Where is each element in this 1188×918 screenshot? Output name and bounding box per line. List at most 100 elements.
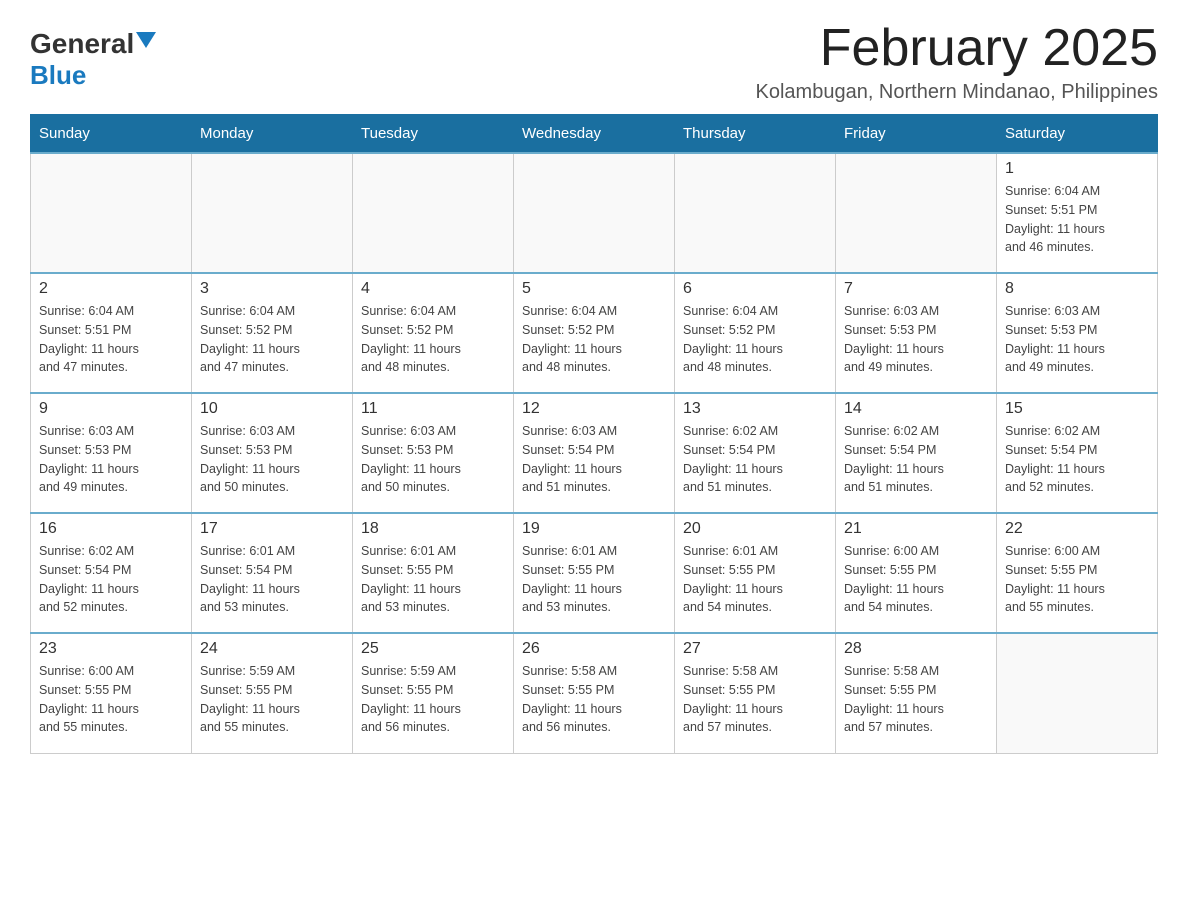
day-number: 27 <box>683 640 827 658</box>
day-info: Sunrise: 5:58 AM Sunset: 5:55 PM Dayligh… <box>844 662 988 737</box>
calendar-header-sunday: Sunday <box>31 115 192 154</box>
location-title: Kolambugan, Northern Mindanao, Philippin… <box>756 81 1158 104</box>
day-number: 22 <box>1005 520 1149 538</box>
calendar-cell: 24Sunrise: 5:59 AM Sunset: 5:55 PM Dayli… <box>192 633 353 753</box>
calendar-cell: 17 Sunrise: 6:01 AM Sunset: 5:54 PM Dayli… <box>192 513 353 633</box>
calendar-cell: 7 Sunrise: 6:03 AM Sunset: 5:53 PM Daylig… <box>836 273 997 393</box>
day-number: 13 <box>683 400 827 418</box>
day-info: Sunrise: 6:02 AM Sunset: 5:54 PM Dayligh… <box>683 422 827 497</box>
calendar-cell: 22 Sunrise: 6:00 AM Sunset: 5:55 PM Dayli… <box>997 513 1158 633</box>
day-number: 15 <box>1005 400 1149 418</box>
day-info: Sunrise: 5:58 AM Sunset: 5:55 PM Dayligh… <box>683 662 827 737</box>
logo: General Blue <box>30 20 156 91</box>
calendar-cell: 26 Sunrise: 5:58 AM Sunset: 5:55 PM Dayli… <box>514 633 675 753</box>
calendar-cell: 13 Sunrise: 6:02 AM Sunset: 5:54 PM Dayli… <box>675 393 836 513</box>
day-info: Sunrise: 6:00 AM Sunset: 5:55 PM Dayligh… <box>844 542 988 617</box>
calendar-header-friday: Friday <box>836 115 997 154</box>
calendar-cell: 23 Sunrise: 6:00 AM Sunset: 5:55 PM Dayli… <box>31 633 192 753</box>
day-number: 26 <box>522 640 666 658</box>
day-info: Sunrise: 6:03 AM Sunset: 5:53 PM Dayligh… <box>39 422 183 497</box>
day-info: Sunrise: 6:02 AM Sunset: 5:54 PM Dayligh… <box>1005 422 1149 497</box>
day-number: 4 <box>361 280 505 298</box>
day-number: 18 <box>361 520 505 538</box>
day-number: 2 <box>39 280 183 298</box>
calendar-cell: 18 Sunrise: 6:01 AM Sunset: 5:55 PM Dayli… <box>353 513 514 633</box>
calendar-cell: 28 Sunrise: 5:58 AM Sunset: 5:55 PM Dayli… <box>836 633 997 753</box>
day-info: Sunrise: 6:03 AM Sunset: 5:53 PM Dayligh… <box>200 422 344 497</box>
day-info: Sunrise: 5:59 AM Sunset: 5:55 PM Dayligh… <box>361 662 505 737</box>
calendar-cell: 16 Sunrise: 6:02 AM Sunset: 5:54 PM Dayli… <box>31 513 192 633</box>
title-area: February 2025 Kolambugan, Northern Minda… <box>756 20 1158 104</box>
calendar-week-row: 2Sunrise: 6:04 AM Sunset: 5:51 PM Daylig… <box>31 273 1158 393</box>
day-info: Sunrise: 5:58 AM Sunset: 5:55 PM Dayligh… <box>522 662 666 737</box>
calendar-cell <box>997 633 1158 753</box>
day-info: Sunrise: 6:01 AM Sunset: 5:55 PM Dayligh… <box>683 542 827 617</box>
calendar-cell: 6 Sunrise: 6:04 AM Sunset: 5:52 PM Daylig… <box>675 273 836 393</box>
day-info: Sunrise: 6:00 AM Sunset: 5:55 PM Dayligh… <box>1005 542 1149 617</box>
day-number: 9 <box>39 400 183 418</box>
calendar-cell <box>192 153 353 273</box>
day-info: Sunrise: 6:01 AM Sunset: 5:55 PM Dayligh… <box>522 542 666 617</box>
day-info: Sunrise: 6:02 AM Sunset: 5:54 PM Dayligh… <box>39 542 183 617</box>
day-number: 8 <box>1005 280 1149 298</box>
logo-general: General <box>30 30 134 58</box>
day-number: 10 <box>200 400 344 418</box>
calendar-cell <box>675 153 836 273</box>
day-number: 6 <box>683 280 827 298</box>
calendar-cell: 4 Sunrise: 6:04 AM Sunset: 5:52 PM Daylig… <box>353 273 514 393</box>
calendar-cell <box>514 153 675 273</box>
day-info: Sunrise: 6:04 AM Sunset: 5:52 PM Dayligh… <box>683 302 827 377</box>
calendar-week-row: 16 Sunrise: 6:02 AM Sunset: 5:54 PM Dayli… <box>31 513 1158 633</box>
month-title: February 2025 <box>756 20 1158 77</box>
day-info: Sunrise: 6:01 AM Sunset: 5:54 PM Dayligh… <box>200 542 344 617</box>
calendar-cell <box>31 153 192 273</box>
day-number: 20 <box>683 520 827 538</box>
day-info: Sunrise: 6:03 AM Sunset: 5:53 PM Dayligh… <box>844 302 988 377</box>
calendar-cell: 9 Sunrise: 6:03 AM Sunset: 5:53 PM Daylig… <box>31 393 192 513</box>
calendar-header-saturday: Saturday <box>997 115 1158 154</box>
page-header: General Blue February 2025 Kolambugan, N… <box>30 20 1158 104</box>
calendar-header-wednesday: Wednesday <box>514 115 675 154</box>
day-number: 17 <box>200 520 344 538</box>
day-info: Sunrise: 6:04 AM Sunset: 5:51 PM Dayligh… <box>1005 182 1149 257</box>
calendar-cell <box>353 153 514 273</box>
day-number: 19 <box>522 520 666 538</box>
day-info: Sunrise: 6:00 AM Sunset: 5:55 PM Dayligh… <box>39 662 183 737</box>
calendar-week-row: 1Sunrise: 6:04 AM Sunset: 5:51 PM Daylig… <box>31 153 1158 273</box>
calendar-cell: 14 Sunrise: 6:02 AM Sunset: 5:54 PM Dayli… <box>836 393 997 513</box>
calendar-cell: 21 Sunrise: 6:00 AM Sunset: 5:55 PM Dayli… <box>836 513 997 633</box>
day-number: 25 <box>361 640 505 658</box>
calendar-cell: 12Sunrise: 6:03 AM Sunset: 5:54 PM Dayli… <box>514 393 675 513</box>
day-number: 23 <box>39 640 183 658</box>
day-info: Sunrise: 6:02 AM Sunset: 5:54 PM Dayligh… <box>844 422 988 497</box>
logo-triangle-icon <box>136 32 156 48</box>
calendar-cell: 27 Sunrise: 5:58 AM Sunset: 5:55 PM Dayli… <box>675 633 836 753</box>
day-info: Sunrise: 5:59 AM Sunset: 5:55 PM Dayligh… <box>200 662 344 737</box>
day-number: 12 <box>522 400 666 418</box>
calendar-cell: 3Sunrise: 6:04 AM Sunset: 5:52 PM Daylig… <box>192 273 353 393</box>
calendar-week-row: 23 Sunrise: 6:00 AM Sunset: 5:55 PM Dayli… <box>31 633 1158 753</box>
calendar-cell: 8 Sunrise: 6:03 AM Sunset: 5:53 PM Daylig… <box>997 273 1158 393</box>
calendar-cell: 5 Sunrise: 6:04 AM Sunset: 5:52 PM Daylig… <box>514 273 675 393</box>
calendar-header-row: SundayMondayTuesdayWednesdayThursdayFrid… <box>31 115 1158 154</box>
day-number: 7 <box>844 280 988 298</box>
day-number: 11 <box>361 400 505 418</box>
day-info: Sunrise: 6:04 AM Sunset: 5:52 PM Dayligh… <box>200 302 344 377</box>
day-info: Sunrise: 6:03 AM Sunset: 5:53 PM Dayligh… <box>361 422 505 497</box>
calendar-week-row: 9 Sunrise: 6:03 AM Sunset: 5:53 PM Daylig… <box>31 393 1158 513</box>
day-info: Sunrise: 6:01 AM Sunset: 5:55 PM Dayligh… <box>361 542 505 617</box>
day-info: Sunrise: 6:04 AM Sunset: 5:52 PM Dayligh… <box>522 302 666 377</box>
calendar-cell: 10 Sunrise: 6:03 AM Sunset: 5:53 PM Dayli… <box>192 393 353 513</box>
calendar-cell: 2Sunrise: 6:04 AM Sunset: 5:51 PM Daylig… <box>31 273 192 393</box>
day-info: Sunrise: 6:04 AM Sunset: 5:52 PM Dayligh… <box>361 302 505 377</box>
day-number: 28 <box>844 640 988 658</box>
day-number: 21 <box>844 520 988 538</box>
day-number: 5 <box>522 280 666 298</box>
day-info: Sunrise: 6:03 AM Sunset: 5:53 PM Dayligh… <box>1005 302 1149 377</box>
calendar-header-monday: Monday <box>192 115 353 154</box>
day-number: 16 <box>39 520 183 538</box>
calendar-header-thursday: Thursday <box>675 115 836 154</box>
calendar-cell: 20 Sunrise: 6:01 AM Sunset: 5:55 PM Dayli… <box>675 513 836 633</box>
logo-blue: Blue <box>30 60 86 91</box>
day-number: 14 <box>844 400 988 418</box>
